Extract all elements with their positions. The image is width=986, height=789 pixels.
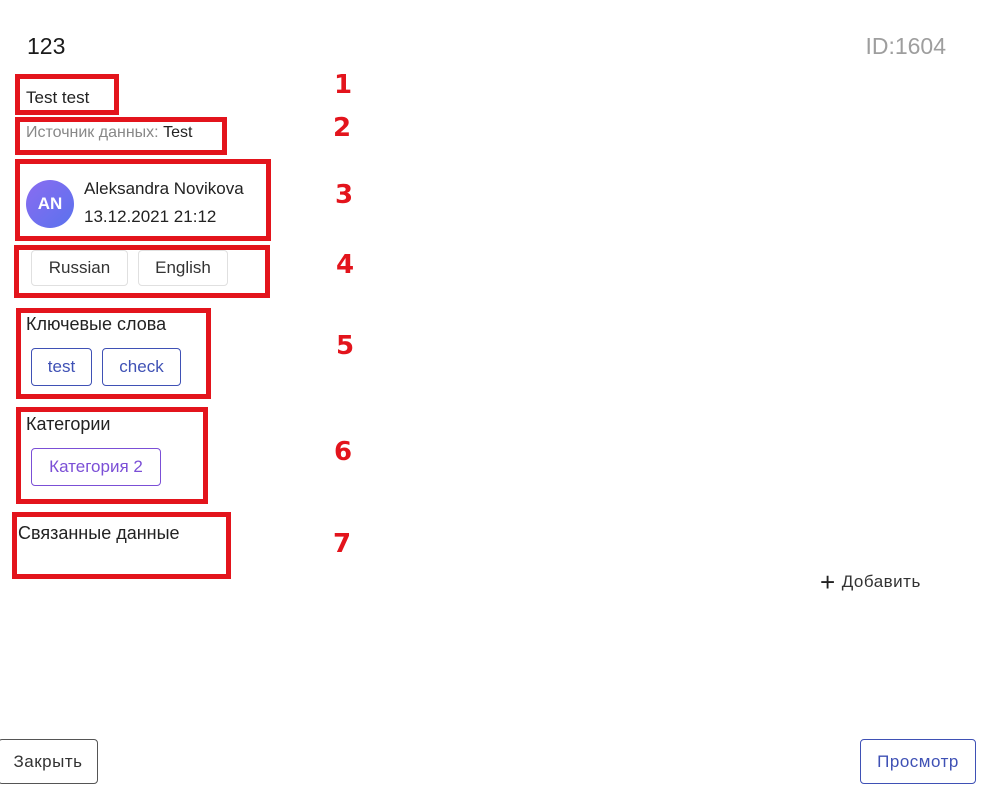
annotation-number-3: 3 (335, 180, 354, 210)
annotation-number-5: 5 (336, 331, 355, 361)
add-label: Добавить (841, 572, 921, 591)
keyword-chip-test[interactable]: test (31, 348, 92, 386)
annotation-number-7: 7 (333, 529, 352, 559)
source-label: Источник данных: (26, 124, 159, 141)
plus-icon: + (820, 567, 836, 597)
annotation-number-1: 1 (334, 70, 353, 100)
created-date: 13.12.2021 21:12 (84, 207, 217, 226)
page-title: 123 (27, 33, 66, 59)
category-chip[interactable]: Категория 2 (31, 448, 161, 486)
keyword-chip-check[interactable]: check (102, 348, 181, 386)
annotation-number-2: 2 (333, 113, 352, 143)
record-id: ID:1604 (865, 33, 946, 59)
annotation-number-6: 6 (334, 437, 353, 467)
annotation-number-4: 4 (336, 250, 355, 280)
add-related-button[interactable]: + Добавить (820, 567, 921, 597)
data-source: Источник данных: Test (26, 124, 192, 142)
language-chip-english[interactable]: English (138, 250, 228, 286)
preview-button[interactable]: Просмотр (860, 739, 976, 784)
source-value: Test (163, 124, 193, 141)
avatar: AN (26, 180, 74, 228)
categories-title: Категории (26, 414, 111, 434)
language-chip-russian[interactable]: Russian (31, 250, 128, 286)
author-name: Aleksandra Novikova (84, 179, 244, 198)
item-name: Test test (26, 88, 90, 107)
close-button[interactable]: Закрыть (0, 739, 98, 784)
related-data-title: Связанные данные (18, 523, 180, 543)
keywords-title: Ключевые слова (26, 314, 167, 334)
